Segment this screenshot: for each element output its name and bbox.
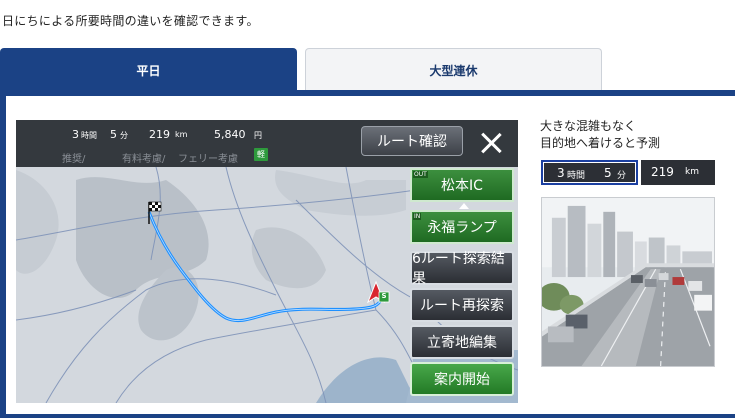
tab-long-holiday[interactable]: 大型連休 — [305, 48, 602, 92]
highway-traffic-image — [541, 197, 715, 367]
route-confirm-button[interactable]: ルート確認 — [361, 126, 463, 156]
six-route-results-button[interactable]: 6ルート探索結果 — [410, 251, 514, 287]
prediction-text: 大きな混雑もなく 目的地へ着けると予測 — [540, 118, 660, 152]
route-summary-header: 3 時間 5 分 219 km 5,840 円 推奨/ 有料考慮/ フェリー考慮… — [16, 120, 518, 167]
header-toll-unit: 円 — [254, 131, 262, 140]
predicted-distance: 219 — [651, 165, 674, 179]
header-ferry: フェリー考慮 — [178, 154, 238, 165]
predicted-distance-box: 219 km — [641, 160, 715, 185]
header-toll: 5,840 — [214, 128, 246, 141]
predicted-distance-unit: km — [685, 167, 699, 177]
predicted-minutes: 5 — [604, 166, 612, 180]
entrance-ic-box: IN 永福ランプ — [410, 210, 514, 244]
start-guidance-button[interactable]: 案内開始 — [410, 362, 514, 396]
exit-ic-name: 松本IC — [441, 178, 483, 194]
navigation-screen: S 3 時間 5 分 219 km 5,840 円 推奨/ 有料考慮/ フェリー… — [16, 120, 518, 403]
header-minutes-unit: 分 — [120, 131, 128, 140]
exit-ic-box: OUT 松本IC — [410, 168, 514, 202]
tab-weekday[interactable]: 平日 — [0, 48, 297, 92]
header-hours: 3 — [72, 128, 79, 141]
header-recommend: 推奨/ — [62, 154, 86, 165]
header-toll-consider: 有料考慮/ — [122, 154, 166, 165]
prediction-line-2: 目的地へ着けると予測 — [540, 136, 661, 150]
prediction-line-1: 大きな混雑もなく — [540, 119, 637, 133]
predicted-minutes-unit: 分 — [617, 171, 627, 181]
start-marker-label: S — [381, 292, 387, 300]
vehicle-type-badge: 軽 — [254, 148, 268, 161]
header-distance-unit: km — [175, 130, 188, 139]
chevron-up-icon — [459, 203, 469, 209]
exit-tag: OUT — [413, 171, 428, 178]
intro-text: 日にちによる所要時間の違いを確認できます。 — [2, 14, 259, 28]
predicted-hours: 3 — [557, 166, 565, 180]
predicted-hours-unit: 時間 — [567, 171, 586, 181]
entrance-tag: IN — [413, 213, 422, 220]
entrance-ic-name: 永福ランプ — [427, 220, 497, 236]
tab-long-holiday-label: 大型連休 — [429, 64, 478, 78]
close-icon[interactable] — [476, 128, 506, 158]
predicted-time-box: 3 時間 5 分 — [541, 160, 638, 185]
route-research-button[interactable]: ルート再探索 — [410, 288, 514, 322]
tab-weekday-label: 平日 — [136, 63, 161, 78]
header-hours-unit: 時間 — [81, 131, 97, 140]
header-minutes: 5 — [110, 128, 117, 141]
waypoint-edit-button[interactable]: 立寄地編集 — [410, 325, 514, 359]
header-distance: 219 — [149, 128, 170, 141]
